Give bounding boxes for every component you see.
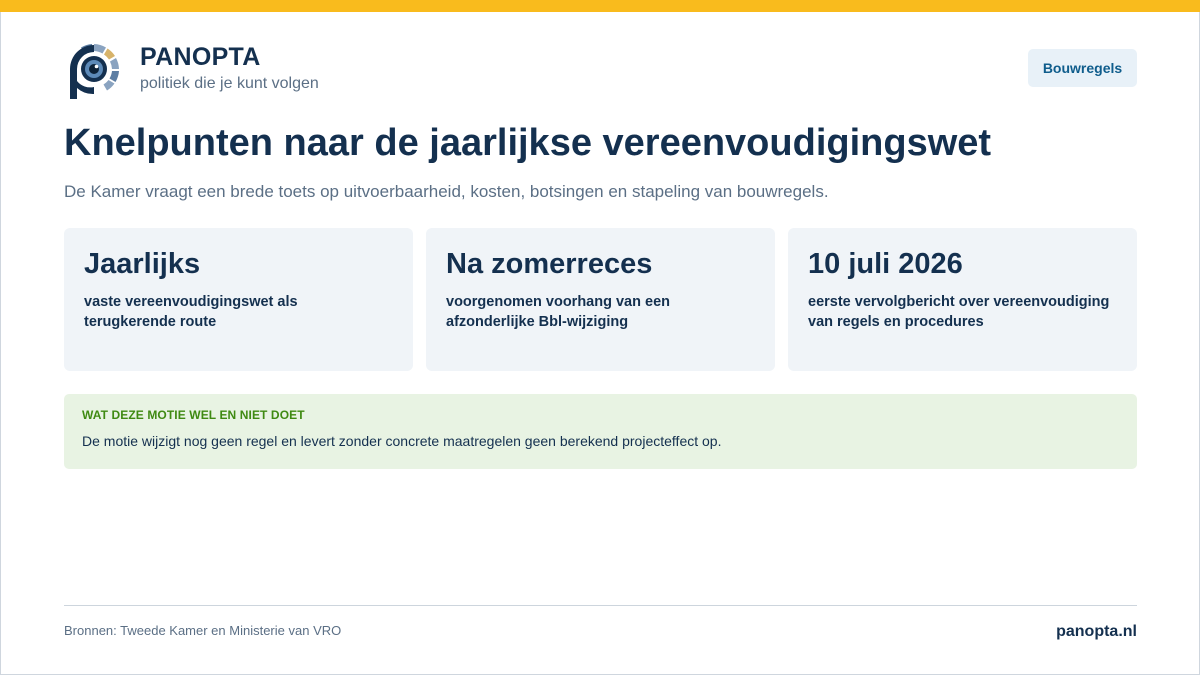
site-link[interactable]: panopta.nl bbox=[1056, 623, 1137, 641]
brand-tagline: politiek die je kunt volgen bbox=[140, 75, 319, 92]
fact-value: Na zomerreces bbox=[446, 248, 653, 280]
motion-note: WAT DEZE MOTIE WEL EN NIET DOET De motie… bbox=[64, 394, 1137, 469]
page-title: Knelpunten naar de jaarlijkse vereenvoud… bbox=[64, 122, 992, 164]
brand-name: PANOPTA bbox=[140, 43, 261, 71]
key-facts: Jaarlijks vaste vereenvoudigingswet als … bbox=[64, 228, 1137, 371]
sources-text: Bronnen: Tweede Kamer en Ministerie van … bbox=[64, 623, 342, 638]
note-text: De motie wijzigt nog geen regel en lever… bbox=[82, 433, 722, 449]
page-subtitle: De Kamer vraagt een brede toets op uitvo… bbox=[64, 182, 829, 201]
fact-value: 10 juli 2026 bbox=[808, 248, 963, 280]
fact-description: eerste vervolgbericht over vereenvoudigi… bbox=[808, 294, 1110, 330]
fact-description: vaste vereenvoudigingswet als terugkeren… bbox=[84, 294, 298, 330]
footer-divider bbox=[64, 605, 1137, 606]
fact-card: Na zomerreces voorgenomen voorhang van e… bbox=[426, 228, 775, 371]
eye-p-logo-icon bbox=[70, 44, 119, 99]
fact-value: Jaarlijks bbox=[84, 248, 201, 280]
fact-description: voorgenomen voorhang van een afzonderlij… bbox=[446, 294, 670, 330]
fact-card: 10 juli 2026 eerste vervolgbericht over … bbox=[788, 228, 1137, 371]
note-label: WAT DEZE MOTIE WEL EN NIET DOET bbox=[82, 408, 305, 422]
accent-bar bbox=[0, 0, 1200, 12]
fact-card: Jaarlijks vaste vereenvoudigingswet als … bbox=[64, 228, 413, 371]
topic-tag-button[interactable]: Bouwregels bbox=[1028, 49, 1137, 87]
